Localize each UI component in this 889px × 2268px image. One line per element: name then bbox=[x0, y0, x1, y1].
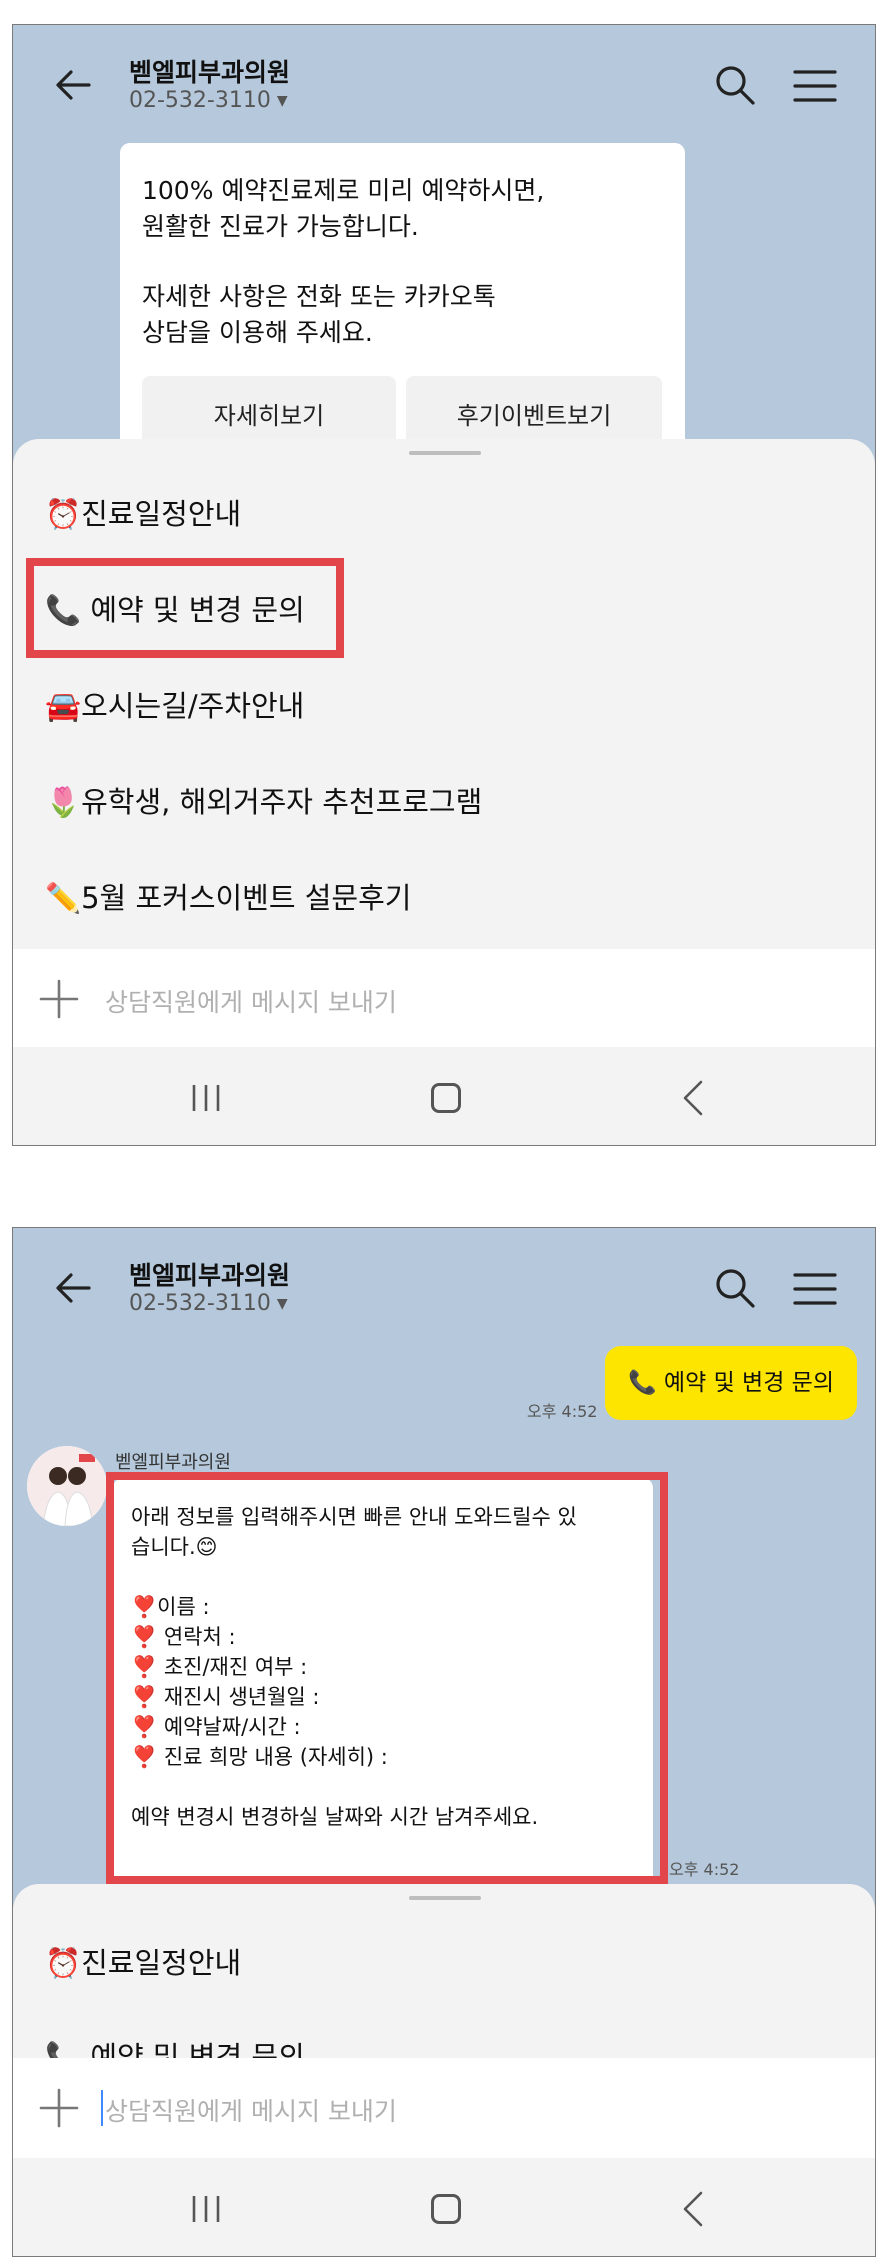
hamburger-menu-icon[interactable] bbox=[793, 69, 837, 103]
pencil-icon: ✏️ bbox=[45, 881, 82, 915]
text-cursor bbox=[101, 2090, 103, 2126]
received-time: 오후 4:52 bbox=[669, 1860, 740, 1879]
nav-back-icon[interactable] bbox=[681, 1080, 705, 1116]
chat-header: 벧엘피부과의원 02-532-3110 ▼ bbox=[13, 25, 875, 145]
search-icon[interactable] bbox=[713, 1266, 757, 1310]
alarm-clock-icon: ⏰ bbox=[45, 1946, 82, 1980]
message-input[interactable]: 상담직원에게 메시지 보내기 bbox=[105, 2092, 397, 2128]
recent-apps-icon[interactable] bbox=[189, 1083, 223, 1113]
chat-phone[interactable]: 02-532-3110 ▼ bbox=[129, 1291, 288, 1316]
message-line: 100% 예약진료제로 미리 예약하시면, bbox=[142, 176, 545, 205]
alarm-clock-icon: ⏰ bbox=[45, 497, 82, 531]
message-line bbox=[142, 245, 544, 279]
info-message-bubble: 100% 예약진료제로 미리 예약하시면, 원활한 진료가 가능합니다. 자세한… bbox=[120, 143, 685, 466]
back-arrow-icon[interactable] bbox=[49, 61, 97, 109]
tulip-icon: 🌷 bbox=[45, 785, 82, 819]
message-line: 원활한 진료가 가능합니다. bbox=[142, 212, 419, 241]
chevron-down-icon: ▼ bbox=[276, 93, 288, 109]
sent-time: 오후 4:52 bbox=[527, 1402, 598, 1421]
message-input-bar: 상담직원에게 메시지 보내기 bbox=[13, 949, 875, 1049]
highlight-box bbox=[26, 558, 344, 658]
message-input-bar: 상담직원에게 메시지 보내기 bbox=[13, 2058, 875, 2158]
quick-menu-panel: ⏰진료일정안내 📞 예약 및 변경 문의 🚘오시는길/주차안내 🌷유학생, 해외… bbox=[13, 439, 875, 1049]
plus-icon[interactable] bbox=[39, 2088, 79, 2128]
message-text: 100% 예약진료제로 미리 예약하시면, 원활한 진료가 가능합니다. 자세한… bbox=[142, 173, 544, 351]
message-input[interactable]: 상담직원에게 메시지 보내기 bbox=[105, 983, 397, 1019]
menu-item-schedule[interactable]: ⏰진료일정안내 bbox=[45, 491, 241, 533]
chat-title[interactable]: 벧엘피부과의원 bbox=[129, 53, 290, 89]
android-nav-bar bbox=[13, 2158, 875, 2256]
home-icon[interactable] bbox=[431, 2194, 461, 2224]
chat-phone[interactable]: 02-532-3110 ▼ bbox=[129, 88, 288, 113]
drag-handle[interactable] bbox=[409, 451, 481, 455]
menu-item-overseas-program[interactable]: 🌷유학생, 해외거주자 추천프로그램 bbox=[45, 779, 482, 821]
avatar[interactable] bbox=[27, 1446, 107, 1526]
search-icon[interactable] bbox=[713, 63, 757, 107]
sender-name: 벧엘피부과의원 bbox=[115, 1452, 231, 1473]
recent-apps-icon[interactable] bbox=[189, 2194, 223, 2224]
menu-item-event-review[interactable]: ✏️5월 포커스이벤트 설문후기 bbox=[45, 875, 411, 917]
menu-item-directions[interactable]: 🚘오시는길/주차안내 bbox=[45, 683, 304, 725]
car-icon: 🚘 bbox=[45, 689, 82, 723]
home-icon[interactable] bbox=[431, 1083, 461, 1113]
chevron-down-icon: ▼ bbox=[276, 1296, 288, 1312]
sent-message-bubble[interactable]: 📞 예약 및 변경 문의 bbox=[605, 1346, 857, 1420]
message-line: 자세한 사항은 전화 또는 카카오톡 bbox=[142, 282, 496, 311]
hamburger-menu-icon[interactable] bbox=[793, 1272, 837, 1306]
menu-item-schedule[interactable]: ⏰진료일정안내 bbox=[45, 1940, 241, 1982]
nav-back-icon[interactable] bbox=[681, 2191, 705, 2227]
android-nav-bar bbox=[13, 1047, 875, 1145]
message-line: 상담을 이용해 주세요. bbox=[142, 318, 373, 347]
back-arrow-icon[interactable] bbox=[49, 1264, 97, 1312]
drag-handle[interactable] bbox=[409, 1896, 481, 1900]
chat-header: 벧엘피부과의원 02-532-3110 ▼ bbox=[13, 1228, 875, 1348]
chat-title[interactable]: 벧엘피부과의원 bbox=[129, 1256, 290, 1292]
plus-icon[interactable] bbox=[39, 979, 79, 1019]
doctors-photo-icon bbox=[27, 1446, 107, 1526]
highlight-box bbox=[106, 1472, 668, 1884]
